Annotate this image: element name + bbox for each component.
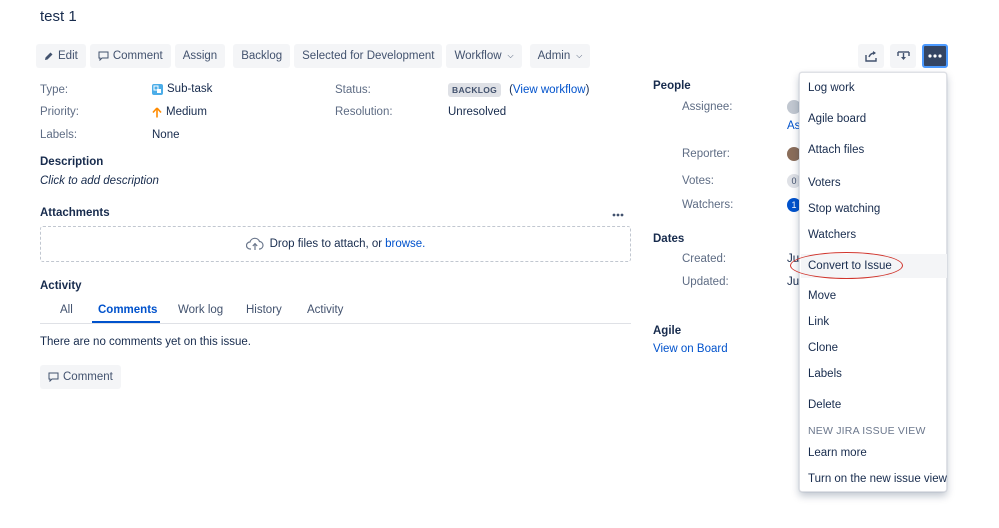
type-label: Type:	[40, 84, 68, 96]
attachments-heading: Attachments	[40, 207, 110, 219]
tab-work-log[interactable]: Work log	[178, 304, 223, 316]
menu-item-delete[interactable]: Delete	[808, 399, 841, 411]
status-badge: BACKLOG	[448, 83, 501, 97]
comment-icon	[48, 372, 59, 382]
updated-label: Updated:	[682, 276, 729, 288]
assignee-label: Assignee:	[682, 101, 733, 113]
updated-value: Ju	[787, 276, 799, 288]
tab-all[interactable]: All	[60, 304, 73, 316]
priority-value-text: Medium	[166, 106, 207, 118]
admin-dropdown[interactable]: Admin ⌵	[530, 44, 591, 68]
view-on-board-link[interactable]: View on Board	[653, 343, 728, 355]
votes-label: Votes:	[682, 175, 714, 187]
menu-item-watchers[interactable]: Watchers	[808, 229, 856, 241]
description-placeholder[interactable]: Click to add description	[40, 175, 159, 187]
export-icon	[897, 50, 910, 62]
description-heading: Description	[40, 156, 103, 168]
resolution-label: Resolution:	[335, 106, 393, 118]
issue-ops-bar	[858, 44, 948, 68]
issue-toolbar: Edit Comment Assign Backlog Selected for…	[36, 44, 590, 69]
share-button[interactable]	[858, 44, 884, 68]
chevron-down-icon: ⌵	[576, 51, 582, 61]
watchers-label: Watchers:	[682, 199, 733, 211]
dates-heading: Dates	[653, 233, 684, 245]
type-value-text: Sub-task	[167, 83, 212, 95]
attachment-dropzone[interactable]: Drop files to attach, or browse.	[40, 226, 631, 262]
comment-icon	[98, 51, 109, 61]
tab-comments[interactable]: Comments	[98, 304, 157, 316]
no-comments-message: There are no comments yet on this issue.	[40, 336, 251, 348]
priority-value: Medium	[152, 106, 207, 118]
active-tab-indicator	[92, 321, 160, 323]
menu-item-learn-more[interactable]: Learn more	[808, 447, 867, 459]
add-comment-button-label: Comment	[63, 371, 113, 383]
labels-value: None	[152, 129, 180, 141]
edit-button[interactable]: Edit	[36, 44, 86, 68]
menu-section-new-issue-view: NEW JIRA ISSUE VIEW	[808, 425, 926, 437]
menu-item-labels[interactable]: Labels	[808, 368, 842, 380]
comment-button-label: Comment	[113, 50, 163, 62]
menu-item-stop-watching[interactable]: Stop watching	[808, 203, 880, 215]
menu-item-voters[interactable]: Voters	[808, 177, 841, 189]
created-label: Created:	[682, 253, 726, 265]
share-icon	[865, 50, 878, 62]
menu-item-turn-on-new-view[interactable]: Turn on the new issue view	[808, 473, 947, 485]
menu-item-move[interactable]: Move	[808, 290, 836, 302]
status-value: BACKLOG (View workflow)	[448, 83, 589, 97]
menu-item-link[interactable]: Link	[808, 316, 829, 328]
agile-heading: Agile	[653, 325, 681, 337]
dropzone-text: Drop files to attach, or	[270, 238, 383, 250]
more-icon	[928, 54, 942, 58]
priority-label: Priority:	[40, 106, 79, 118]
menu-item-agile-board[interactable]: Agile board	[808, 113, 866, 125]
more-actions-menu: Log work Agile board Attach files Voters…	[799, 72, 947, 492]
menu-item-clone[interactable]: Clone	[808, 342, 838, 354]
labels-label: Labels:	[40, 129, 77, 141]
pencil-icon	[44, 51, 54, 61]
view-workflow-link[interactable]: View workflow	[513, 84, 586, 96]
activity-tabs: All Comments Work log History Activity	[40, 302, 631, 324]
subtask-icon	[152, 84, 163, 95]
edit-button-label: Edit	[58, 50, 78, 62]
menu-item-log-work[interactable]: Log work	[808, 82, 855, 94]
selected-for-development-label: Selected for Development	[302, 50, 434, 62]
view-workflow-close: )	[586, 84, 590, 96]
issue-title: test 1	[40, 8, 77, 25]
browse-link[interactable]: browse.	[385, 238, 425, 250]
status-label: Status:	[335, 84, 371, 96]
selected-for-development-button[interactable]: Selected for Development	[294, 44, 442, 68]
backlog-button-label: Backlog	[241, 50, 282, 62]
tab-activity[interactable]: Activity	[307, 304, 343, 316]
backlog-button[interactable]: Backlog	[233, 44, 290, 68]
reporter-label: Reporter:	[682, 148, 730, 160]
workflow-dropdown[interactable]: Workflow ⌵	[446, 44, 521, 68]
resolution-value: Unresolved	[448, 106, 506, 118]
tab-history[interactable]: History	[246, 304, 282, 316]
type-value: Sub-task	[152, 83, 212, 95]
people-heading: People	[653, 80, 691, 92]
arrow-up-icon	[152, 107, 162, 118]
workflow-dropdown-label: Workflow	[454, 50, 501, 62]
export-button[interactable]	[890, 44, 916, 68]
annotation-ellipse	[790, 252, 903, 279]
menu-item-attach-files[interactable]: Attach files	[808, 144, 864, 156]
chevron-down-icon: ⌵	[508, 51, 514, 61]
attachments-options-button[interactable]	[612, 206, 624, 220]
admin-dropdown-label: Admin	[538, 50, 571, 62]
more-actions-button[interactable]	[922, 44, 948, 68]
add-comment-button[interactable]: Comment	[40, 365, 121, 389]
assign-button[interactable]: Assign	[175, 44, 226, 68]
comment-button[interactable]: Comment	[90, 44, 171, 68]
cloud-upload-icon	[246, 237, 264, 251]
activity-heading: Activity	[40, 280, 82, 292]
more-icon	[612, 213, 624, 217]
assign-button-label: Assign	[183, 50, 218, 62]
